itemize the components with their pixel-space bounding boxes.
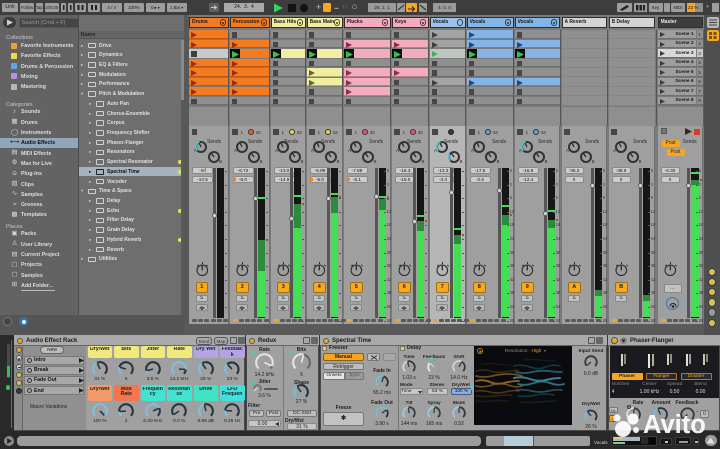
- svg-text:Avito: Avito: [643, 411, 706, 439]
